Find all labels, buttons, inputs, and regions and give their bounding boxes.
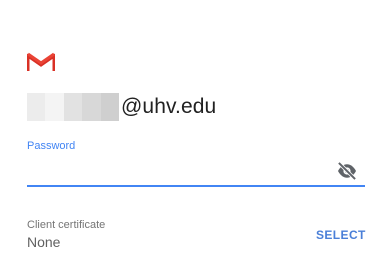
password-input[interactable] — [27, 154, 365, 184]
account-domain: @uhv.edu — [121, 95, 217, 118]
login-screen: @uhv.edu Password Client certificate Non… — [0, 0, 383, 261]
select-certificate-button[interactable]: SELECT — [316, 228, 366, 242]
gmail-icon — [27, 52, 55, 71]
client-certificate-value: None — [27, 234, 61, 250]
password-label: Password — [27, 140, 76, 152]
account-row: @uhv.edu — [27, 91, 216, 123]
redacted-username — [27, 93, 120, 121]
visibility-off-icon[interactable] — [336, 162, 358, 180]
password-underline — [27, 185, 365, 187]
client-certificate-label: Client certificate — [27, 219, 106, 231]
